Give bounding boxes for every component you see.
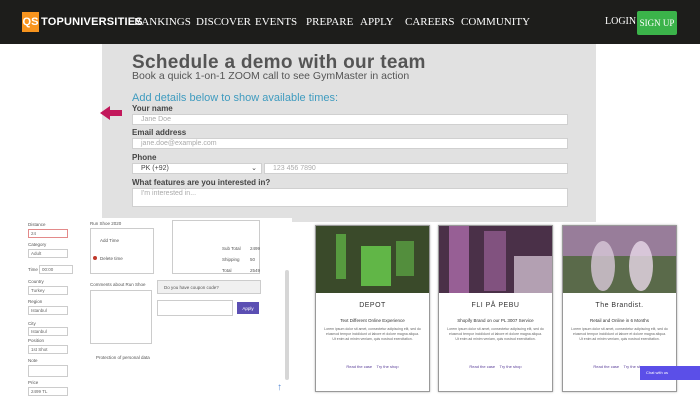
comments-textarea[interactable] bbox=[90, 290, 152, 344]
card-brand: The Brandist. bbox=[595, 302, 644, 309]
chat-button[interactable]: Chat with us bbox=[640, 366, 700, 380]
radio-selected-icon[interactable] bbox=[93, 256, 97, 260]
nav-rankings[interactable]: RANKINGS bbox=[134, 16, 191, 28]
read-case-link[interactable]: Read the case bbox=[593, 364, 619, 369]
summary-value: 2549 bbox=[250, 268, 261, 273]
page: QS TOPUNIVERSITIES RANKINGS DISCOVER EVE… bbox=[0, 0, 700, 400]
summary-value: 50 bbox=[250, 257, 256, 262]
field-label: Distance bbox=[28, 222, 46, 227]
nav-apply[interactable]: APPLY bbox=[360, 16, 394, 28]
card-image bbox=[439, 226, 552, 293]
phone-input[interactable]: 123 456 7890 bbox=[264, 163, 568, 174]
scroll-up-icon[interactable]: ↑ bbox=[277, 382, 282, 393]
card-links: Read the case Try the shop bbox=[439, 364, 552, 369]
logo-mark: QS bbox=[22, 12, 39, 32]
email-label: Email address bbox=[132, 128, 187, 137]
field-input[interactable]: Turkey bbox=[28, 286, 68, 295]
card-body: Lorem ipsum dolor sit amet, consectetur … bbox=[447, 327, 544, 341]
field-label: Position bbox=[28, 338, 45, 343]
field-label: Note bbox=[28, 358, 38, 363]
chevron-down-icon: ⌄ bbox=[251, 165, 257, 172]
coupon-input[interactable] bbox=[157, 300, 233, 316]
summary-label: Shipping bbox=[222, 257, 240, 262]
demo-form-panel: Schedule a demo with our team Book a qui… bbox=[102, 44, 596, 222]
field-label: Price bbox=[28, 380, 39, 385]
phone-country-select[interactable]: PK (+92) ⌄ bbox=[132, 163, 262, 174]
top-navbar: QS TOPUNIVERSITIES RANKINGS DISCOVER EVE… bbox=[0, 0, 700, 44]
field-label: Country bbox=[28, 279, 44, 284]
option-label[interactable]: Add Time bbox=[100, 238, 119, 243]
demo-subtitle: Book a quick 1-on-1 ZOOM call to see Gym… bbox=[132, 70, 410, 82]
field-label: City bbox=[28, 321, 36, 326]
nav-community[interactable]: COMMUNITY bbox=[461, 16, 530, 28]
phone-label: Phone bbox=[132, 153, 157, 162]
card-heading: Shopify Brand on our PL 3007 Service bbox=[457, 318, 534, 323]
field-input[interactable] bbox=[28, 365, 68, 377]
site-logo[interactable]: QS TOPUNIVERSITIES bbox=[22, 12, 143, 32]
nav-careers[interactable]: CAREERS bbox=[405, 16, 455, 28]
name-input[interactable]: Jane Doe bbox=[132, 114, 568, 125]
card-heading: Text Different Online Experience bbox=[340, 318, 405, 323]
card-image bbox=[563, 226, 676, 293]
apply-coupon-button[interactable]: Apply bbox=[237, 302, 259, 314]
try-shop-link[interactable]: Try the shop bbox=[377, 364, 399, 369]
case-card[interactable]: DEPOT Text Different Online Experience L… bbox=[315, 225, 430, 392]
features-label: What features are you interested in? bbox=[132, 178, 271, 187]
demo-prompt: Add details below to show available time… bbox=[132, 92, 339, 104]
login-link[interactable]: LOGIN bbox=[605, 16, 636, 27]
logo-text: TOPUNIVERSITIES bbox=[41, 16, 143, 28]
nav-events[interactable]: EVENTS bbox=[255, 16, 297, 28]
product-name: Run Shoe 2020 bbox=[90, 221, 122, 226]
card-heading: Retail and Online in 6 Months bbox=[589, 318, 650, 323]
privacy-note: Protection of personal data bbox=[96, 355, 150, 360]
coupon-bar[interactable]: Do you have coupon code? bbox=[157, 280, 261, 294]
card-image bbox=[316, 226, 429, 293]
card-body: Lorem ipsum dolor sit amet, consectetur … bbox=[571, 327, 668, 341]
name-label: Your name bbox=[132, 104, 173, 113]
field-label: Time bbox=[28, 267, 38, 272]
read-case-link[interactable]: Read the case bbox=[346, 364, 372, 369]
card-links: Read the case Try the shop bbox=[316, 364, 429, 369]
scrollbar[interactable] bbox=[285, 270, 289, 380]
field-select[interactable]: Istanbul bbox=[28, 327, 68, 336]
field-input[interactable]: 2499 TL bbox=[28, 387, 68, 396]
read-case-link[interactable]: Read the case bbox=[469, 364, 495, 369]
nav-discover[interactable]: DISCOVER bbox=[196, 16, 251, 28]
card-brand: FLI PÅ PEBU bbox=[471, 302, 520, 309]
card-body: Lorem ipsum dolor sit amet, consectetur … bbox=[324, 327, 421, 341]
summary-label: Total bbox=[222, 268, 232, 273]
field-select[interactable]: Istanbul bbox=[28, 306, 68, 315]
nav-prepare[interactable]: PREPARE bbox=[306, 16, 353, 28]
features-textarea[interactable]: I'm interested in... bbox=[132, 188, 568, 207]
product-option-box bbox=[90, 228, 154, 274]
coupon-label: Do you have coupon code? bbox=[164, 285, 219, 290]
try-shop-link[interactable]: Try the shop bbox=[500, 364, 522, 369]
option-label[interactable]: Delete time bbox=[100, 256, 123, 261]
field-label: Category bbox=[28, 242, 47, 247]
phone-country-value: PK (+92) bbox=[141, 165, 169, 172]
pointer-arrow-icon bbox=[100, 106, 122, 120]
signup-button[interactable]: SIGN UP bbox=[637, 11, 677, 35]
field-input[interactable]: 00:00 bbox=[39, 265, 73, 274]
field-input[interactable]: Adult bbox=[28, 249, 68, 258]
field-input[interactable]: 24 bbox=[28, 229, 68, 238]
card-brand: DEPOT bbox=[359, 302, 386, 309]
textarea-label: Comments about Run Shoe bbox=[90, 282, 146, 287]
summary-value: 2499 bbox=[250, 246, 261, 251]
order-form-area: Distance 24 Category Adult Time 00:00 Co… bbox=[22, 218, 292, 400]
field-input[interactable]: 1st Shot bbox=[28, 345, 68, 354]
case-card[interactable]: FLI PÅ PEBU Shopify Brand on our PL 3007… bbox=[438, 225, 553, 392]
field-label: Region bbox=[28, 299, 43, 304]
order-summary bbox=[172, 220, 260, 274]
email-input[interactable]: jane.doe@example.com bbox=[132, 138, 568, 149]
summary-label: Sub Total bbox=[222, 246, 241, 251]
